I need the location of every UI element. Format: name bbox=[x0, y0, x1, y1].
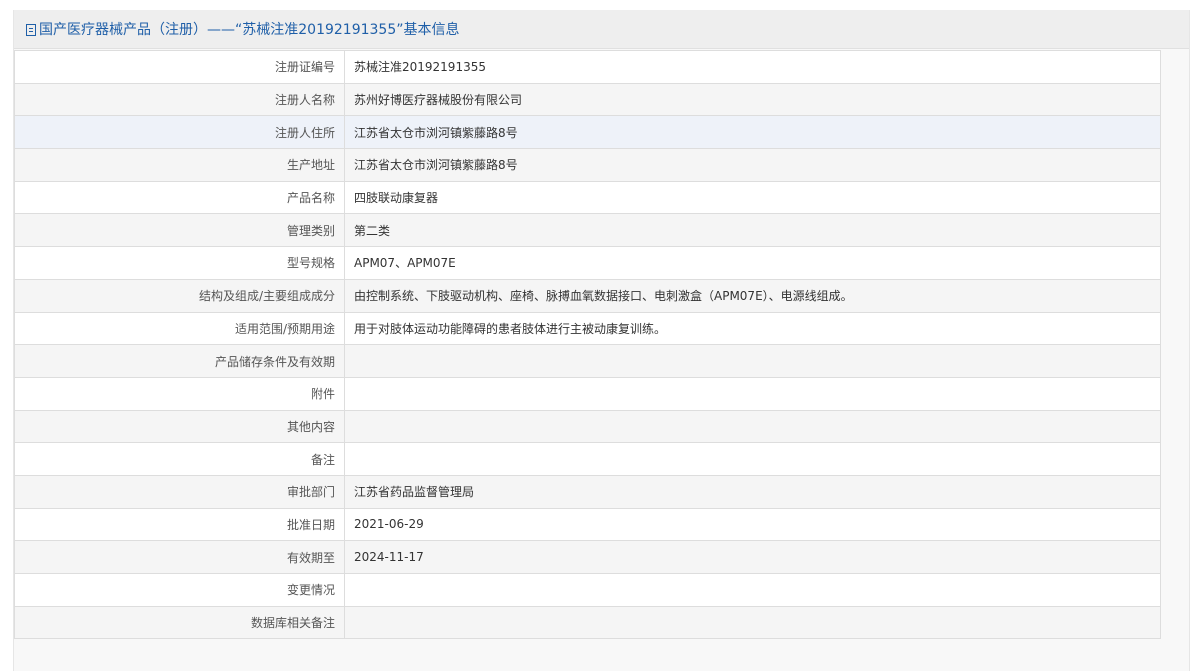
row-label: 有效期至 bbox=[14, 540, 345, 574]
row-label: 备注 bbox=[14, 442, 345, 476]
row-value: 苏州好博医疗器械股份有限公司 bbox=[344, 82, 1161, 117]
row-label: 注册人名称 bbox=[14, 82, 345, 117]
row-label: 审批部门 bbox=[14, 474, 345, 509]
row-value: 江苏省太仓市浏河镇紫藤路8号 bbox=[344, 148, 1161, 182]
row-value: 用于对肢体运动功能障碍的患者肢体进行主被动康复训练。 bbox=[344, 311, 1161, 346]
table-row: 批准日期 2021-06-29 bbox=[14, 507, 1161, 542]
table-row: 结构及组成/主要组成成分 由控制系统、下肢驱动机构、座椅、脉搏血氧数据接口、电刺… bbox=[14, 278, 1161, 313]
row-value: 四肢联动康复器 bbox=[344, 180, 1161, 215]
row-value: 江苏省药品监督管理局 bbox=[344, 474, 1161, 509]
page-title: 国产医疗器械产品（注册）——“苏械注准20192191355”基本信息 bbox=[39, 22, 460, 38]
table-row: 数据库相关备注 bbox=[14, 605, 1161, 640]
row-value: 第二类 bbox=[344, 213, 1161, 248]
row-label: 结构及组成/主要组成成分 bbox=[14, 278, 345, 313]
table-row: 产品储存条件及有效期 bbox=[14, 344, 1161, 378]
table-row: 其他内容 bbox=[14, 409, 1161, 444]
table-row: 管理类别 第二类 bbox=[14, 213, 1161, 248]
row-value: 江苏省太仓市浏河镇紫藤路8号 bbox=[344, 115, 1161, 150]
row-label: 注册人住所 bbox=[14, 115, 345, 150]
row-value: 2021-06-29 bbox=[344, 507, 1161, 542]
row-label: 批准日期 bbox=[14, 507, 345, 542]
row-label: 数据库相关备注 bbox=[14, 605, 345, 640]
row-value bbox=[344, 409, 1161, 444]
table-row: 变更情况 bbox=[14, 573, 1161, 607]
row-value bbox=[344, 344, 1161, 378]
table-row: 注册人住所 江苏省太仓市浏河镇紫藤路8号 bbox=[14, 115, 1161, 150]
table-row: 附件 bbox=[14, 376, 1161, 411]
row-value: APM07、APM07E bbox=[344, 246, 1161, 280]
row-label: 管理类别 bbox=[14, 213, 345, 248]
row-label: 变更情况 bbox=[14, 573, 345, 607]
row-value: 2024-11-17 bbox=[344, 540, 1161, 574]
row-value bbox=[344, 573, 1161, 607]
row-value bbox=[344, 605, 1161, 640]
table-row: 注册证编号 苏械注准20192191355 bbox=[14, 50, 1161, 84]
info-table-wrapper: 注册证编号 苏械注准20192191355 注册人名称 苏州好博医疗器械股份有限… bbox=[14, 50, 1161, 640]
row-label: 注册证编号 bbox=[14, 50, 345, 84]
row-value bbox=[344, 442, 1161, 476]
row-label: 其他内容 bbox=[14, 409, 345, 444]
row-label: 生产地址 bbox=[14, 148, 345, 182]
row-value: 由控制系统、下肢驱动机构、座椅、脉搏血氧数据接口、电刺激盒（APM07E）、电源… bbox=[344, 278, 1161, 313]
row-label: 产品储存条件及有效期 bbox=[14, 344, 345, 378]
row-label: 附件 bbox=[14, 376, 345, 411]
table-row: 型号规格 APM07、APM07E bbox=[14, 246, 1161, 280]
row-label: 产品名称 bbox=[14, 180, 345, 215]
info-table: 注册证编号 苏械注准20192191355 注册人名称 苏州好博医疗器械股份有限… bbox=[14, 50, 1161, 640]
row-label: 适用范围/预期用途 bbox=[14, 311, 345, 346]
table-row: 生产地址 江苏省太仓市浏河镇紫藤路8号 bbox=[14, 148, 1161, 182]
table-row: 有效期至 2024-11-17 bbox=[14, 540, 1161, 574]
table-row: 注册人名称 苏州好博医疗器械股份有限公司 bbox=[14, 82, 1161, 117]
table-row: 备注 bbox=[14, 442, 1161, 476]
table-row: 审批部门 江苏省药品监督管理局 bbox=[14, 474, 1161, 509]
row-label: 型号规格 bbox=[14, 246, 345, 280]
document-icon bbox=[26, 24, 36, 36]
row-value: 苏械注准20192191355 bbox=[344, 50, 1161, 84]
table-row: 适用范围/预期用途 用于对肢体运动功能障碍的患者肢体进行主被动康复训练。 bbox=[14, 311, 1161, 346]
row-value bbox=[344, 376, 1161, 411]
table-row: 产品名称 四肢联动康复器 bbox=[14, 180, 1161, 215]
panel-header: 国产医疗器械产品（注册）——“苏械注准20192191355”基本信息 bbox=[14, 10, 1189, 49]
